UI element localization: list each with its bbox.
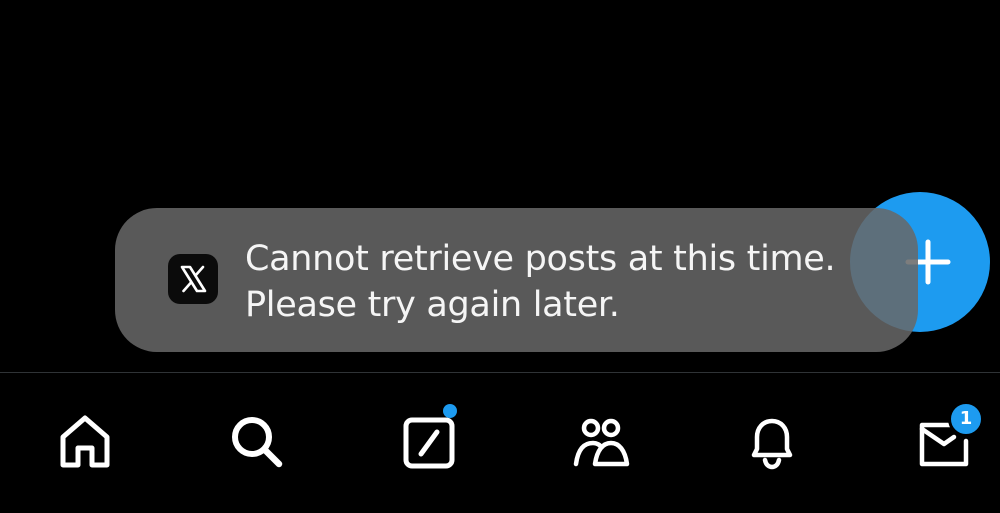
tab-home[interactable] bbox=[55, 411, 115, 471]
tab-communities[interactable] bbox=[571, 411, 631, 471]
notifications-bell-icon bbox=[751, 418, 793, 470]
tab-grok[interactable] bbox=[399, 411, 459, 471]
tab-search[interactable] bbox=[226, 411, 286, 471]
messages-unread-badge: 1 bbox=[948, 401, 984, 437]
toast-message: Cannot retrieve posts at this time. Plea… bbox=[245, 236, 895, 328]
app-screen: Cannot retrieve posts at this time. Plea… bbox=[0, 0, 1000, 513]
toast-message-line-1: Cannot retrieve posts at this time. bbox=[245, 239, 836, 279]
grok-notification-dot bbox=[443, 404, 457, 418]
communities-icon bbox=[573, 418, 630, 467]
error-toast: Cannot retrieve posts at this time. Plea… bbox=[115, 208, 918, 352]
search-icon bbox=[232, 417, 283, 468]
x-logo-icon bbox=[168, 254, 218, 304]
grok-icon bbox=[403, 417, 455, 469]
home-icon bbox=[60, 415, 110, 468]
tab-notifications[interactable] bbox=[742, 411, 802, 471]
bottom-tab-bar: 1 bbox=[0, 373, 1000, 513]
toast-message-line-2: Please try again later. bbox=[245, 285, 620, 325]
